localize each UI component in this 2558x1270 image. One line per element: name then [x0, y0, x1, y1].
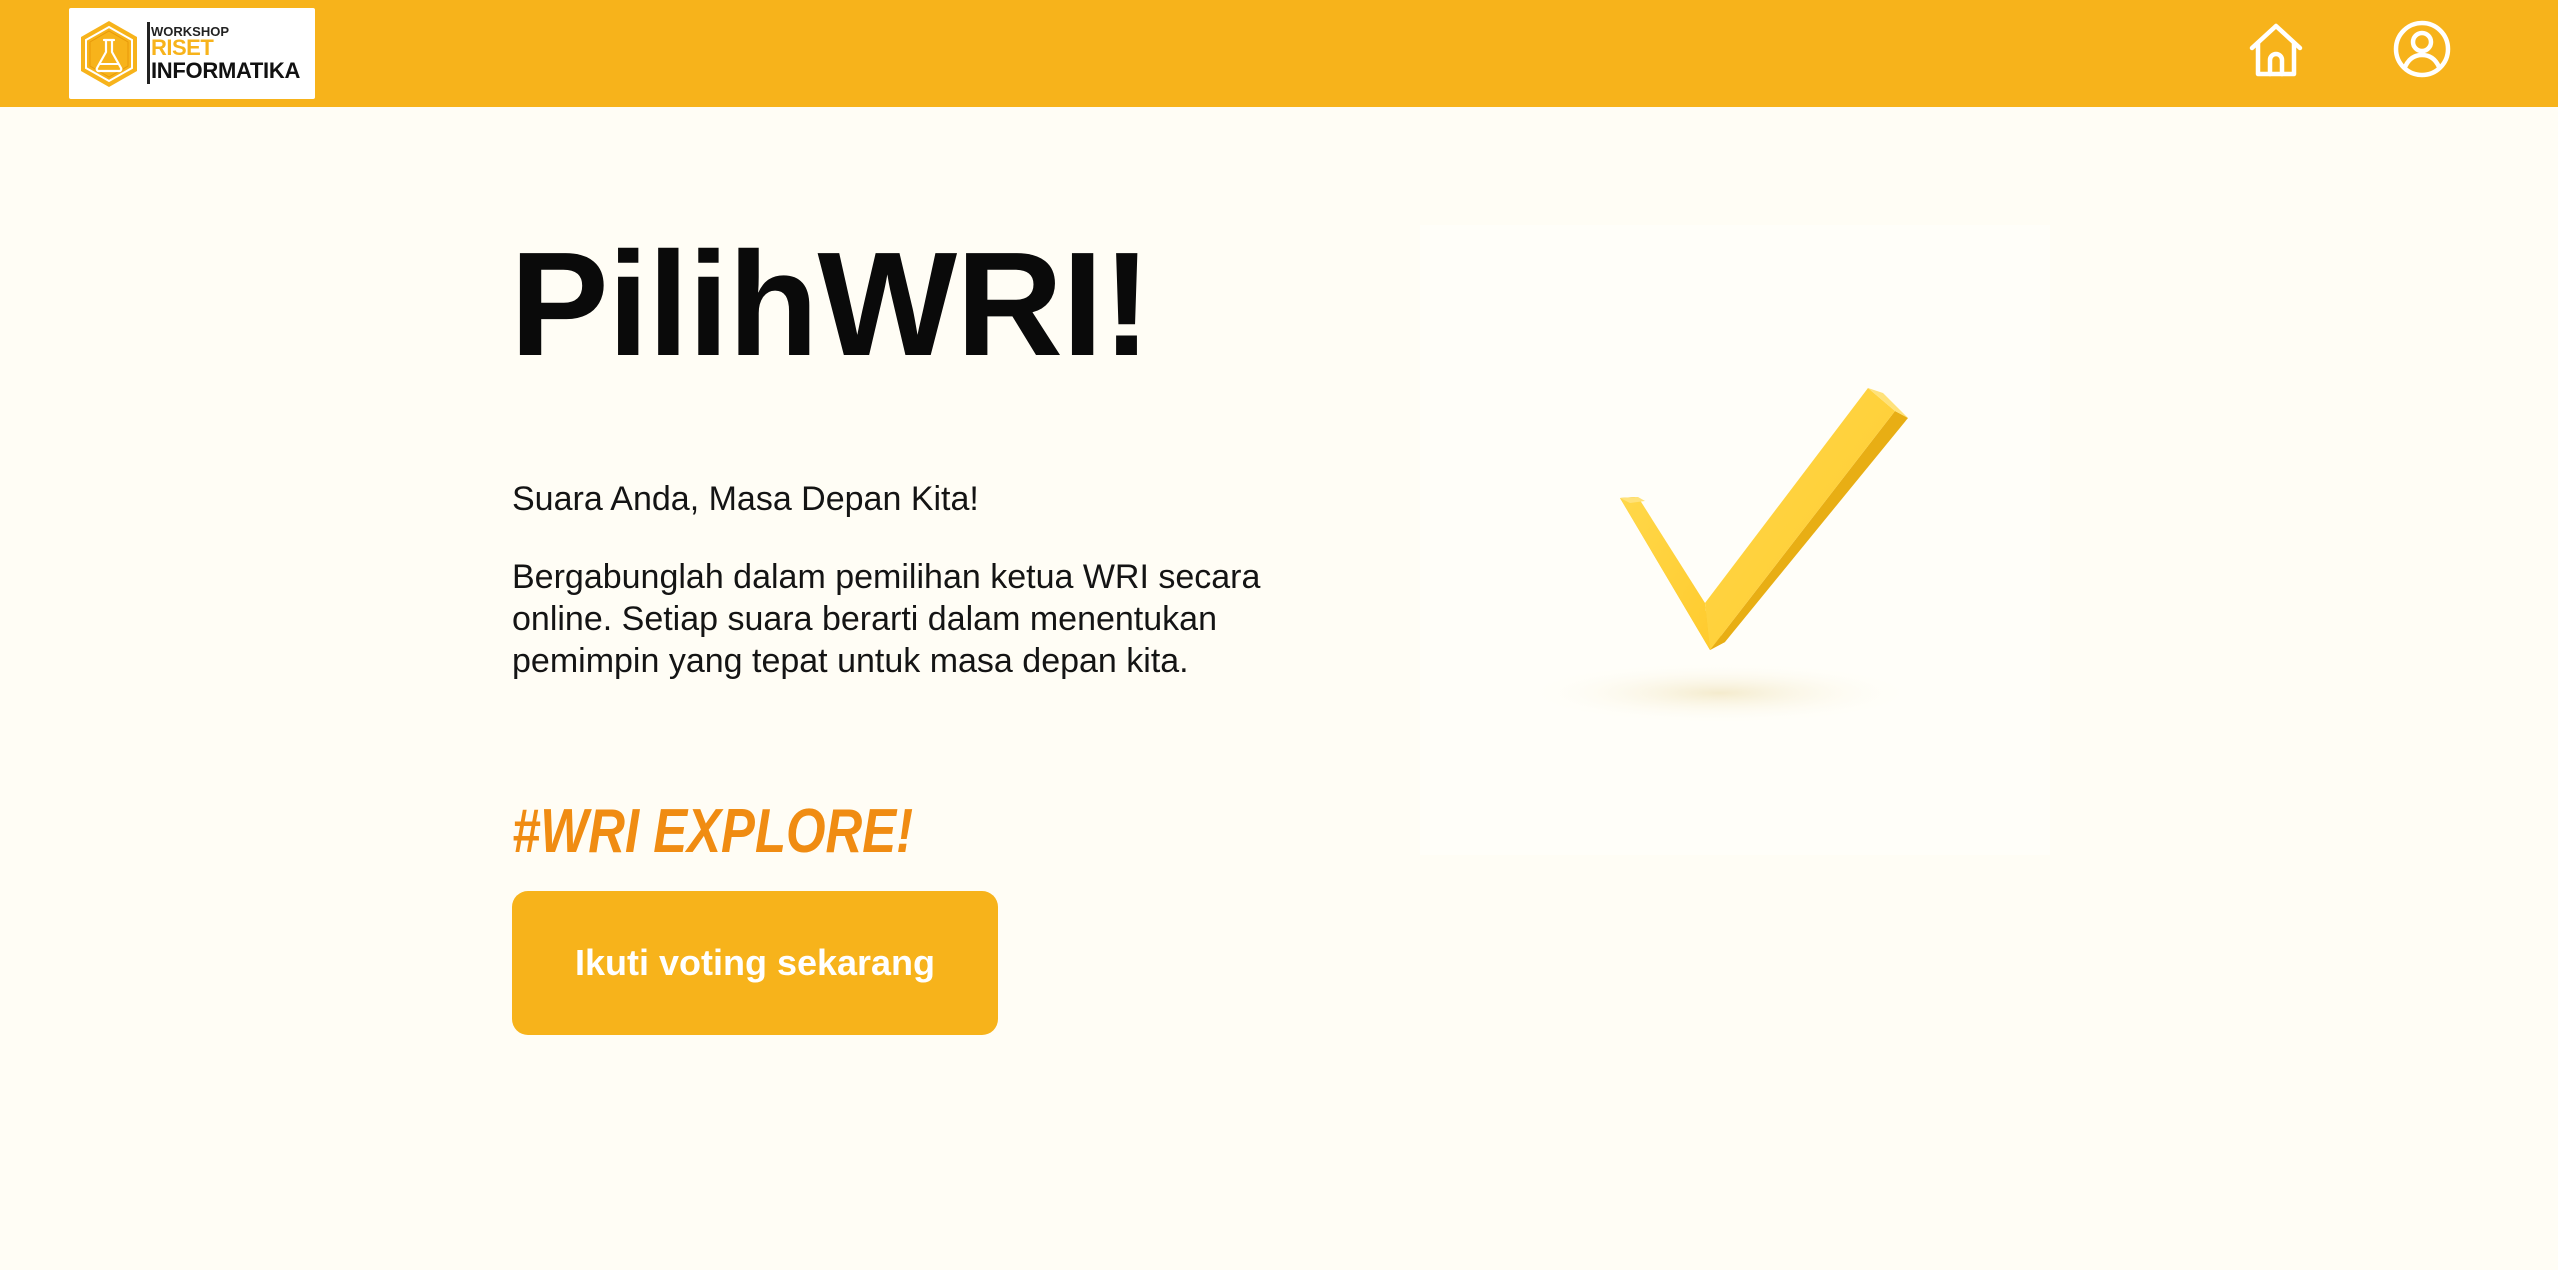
logo-divider	[147, 22, 150, 84]
checkmark-icon	[1420, 225, 2050, 855]
flask-hexagon-icon	[81, 21, 137, 87]
wri-logo[interactable]: WORKSHOP RISET INFORMATIKA	[69, 8, 315, 99]
hashtag: #WRI EXPLORE!	[512, 797, 914, 866]
hero-tagline: Suara Anda, Masa Depan Kita!	[512, 480, 979, 518]
hero-description: Bergabunglah dalam pemilihan ketua WRI s…	[512, 558, 1261, 680]
logo-line-informatika: INFORMATIKA	[151, 58, 301, 83]
user-circle-icon[interactable]	[2390, 17, 2454, 81]
vote-now-button[interactable]: Ikuti voting sekarang	[512, 891, 998, 1035]
home-icon[interactable]	[2244, 18, 2308, 82]
logo-line-riset: RISET	[151, 35, 214, 60]
navbar: WORKSHOP RISET INFORMATIKA	[0, 0, 2558, 107]
hero-title: PilihWRI!	[510, 222, 1151, 387]
